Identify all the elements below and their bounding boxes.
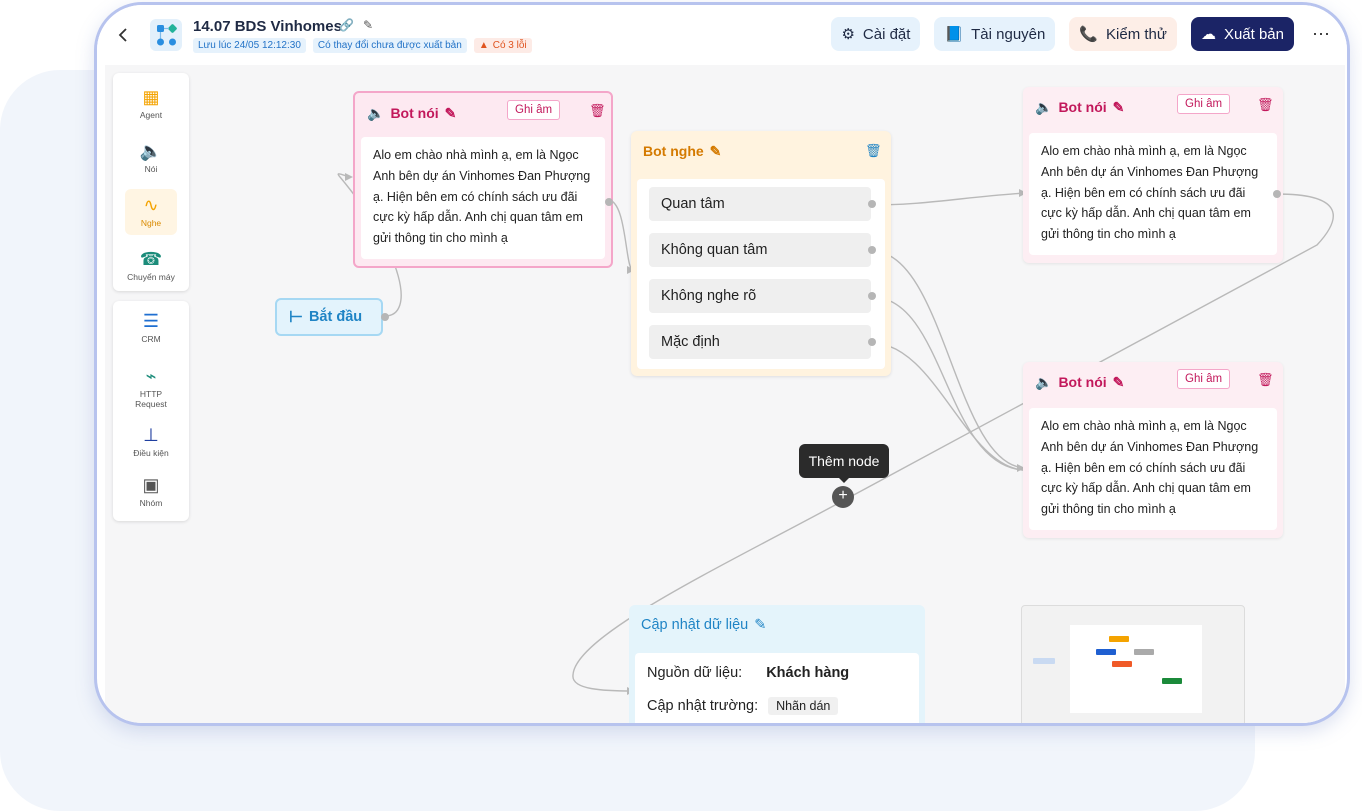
edit-icon[interactable]: ✎ (445, 105, 457, 122)
back-button[interactable] (111, 23, 135, 47)
status-bar: Lưu lúc 24/05 12:12:30 Có thay đổi chưa … (193, 38, 532, 53)
output-port[interactable] (868, 292, 876, 300)
record-button[interactable]: Ghi âm (507, 100, 561, 120)
header: 14.07 BDS Vinhomes 🔗 ✎ Lưu lúc 24/05 12:… (97, 5, 1347, 65)
node-title: Cập nhật dữ liệu (641, 617, 749, 633)
speaker-icon: 🔈 (367, 104, 385, 121)
output-port[interactable] (868, 246, 876, 254)
minimap-node (1134, 649, 1154, 655)
error-badge[interactable]: ▲ Có 3 lỗi (473, 38, 532, 53)
palette-item-group[interactable]: ▣ Nhóm (125, 469, 177, 515)
gear-icon: ⚙ (841, 26, 855, 43)
palette-item-crm[interactable]: ☰ CRM (125, 305, 177, 351)
speech-text: Alo em chào nhà mình ạ, em là Ngọc Anh b… (373, 148, 591, 246)
trash-icon[interactable]: 🗑 (865, 143, 882, 159)
publish-button[interactable]: ☁ Xuất bản (1190, 17, 1294, 51)
minimap-node (1112, 661, 1132, 667)
warning-icon: ▲ (478, 40, 489, 51)
minimap-node (1162, 678, 1182, 684)
node-palette-secondary: ☰ CRM ⌁ HTTP Request ⊥ Điều kiện ▣ Nhóm (113, 301, 189, 521)
add-node-tooltip: Thêm node (799, 444, 889, 483)
node-title: Bot nói (1058, 374, 1107, 390)
resources-button[interactable]: 📘 Tài nguyên (934, 17, 1056, 51)
intent-option[interactable]: Không quan tâm (649, 233, 871, 267)
minimap-start (1033, 658, 1055, 664)
output-port[interactable] (605, 198, 613, 206)
app-window: 14.07 BDS Vinhomes 🔗 ✎ Lưu lúc 24/05 12:… (94, 2, 1350, 726)
flow-canvas[interactable]: ▦ Agent 🔈 Nói ∿ Nghe ☎ Chuyển máy ☰ CRM (105, 65, 1345, 723)
node-title: Bot nói (390, 105, 439, 121)
unpublished-badge: Có thay đổi chưa được xuất bản (312, 38, 467, 53)
palette-item-listen[interactable]: ∿ Nghe (125, 189, 177, 235)
node-title: Bot nghe (643, 143, 704, 159)
edit-icon[interactable]: ✎ (363, 18, 373, 32)
waveform-icon: ∿ (143, 195, 159, 215)
hierarchy-icon: ⊥ (143, 425, 159, 445)
trash-icon[interactable]: 🗑 (1257, 97, 1274, 113)
more-menu-button[interactable]: ⋯ (1308, 24, 1335, 45)
bot-speak-node[interactable]: 🔈 Bot nói ✎ Ghi âm 🗑 Alo em chào nhà mìn… (1023, 362, 1283, 538)
speech-text: Alo em chào nhà mình ạ, em là Ngọc Anh b… (1041, 419, 1259, 517)
update-data-node[interactable]: Cập nhật dữ liệu ✎ Nguồn dữ liệu: Khách … (629, 605, 925, 723)
cloud-upload-icon: ☁ (1200, 26, 1216, 43)
edit-icon[interactable]: ✎ (754, 617, 766, 633)
phone-forward-icon: ☎ (139, 249, 163, 269)
settings-button[interactable]: ⚙ Cài đặt (831, 17, 921, 51)
intent-option[interactable]: Không nghe rõ (649, 279, 871, 313)
minimap-node (1096, 649, 1116, 655)
palette-item-speak[interactable]: 🔈 Nói (125, 135, 177, 181)
speaker-icon: 🔈 (1035, 373, 1053, 390)
add-node-button[interactable]: + (832, 486, 854, 508)
page-title: 14.07 BDS Vinhomes (193, 18, 342, 35)
minimap[interactable] (1021, 605, 1245, 723)
database-icon: ☰ (142, 311, 160, 331)
edit-icon[interactable]: ✎ (1113, 99, 1125, 116)
chevron-left-icon (118, 28, 127, 42)
speaker-icon: 🔈 (139, 141, 163, 161)
start-node[interactable]: ⊢ Bắt đầu (275, 298, 389, 336)
data-source-row: Nguồn dữ liệu: Khách hàng (647, 665, 850, 681)
record-button[interactable]: Ghi âm (1177, 94, 1231, 114)
speech-text: Alo em chào nhà mình ạ, em là Ngọc Anh b… (1041, 144, 1259, 242)
output-port[interactable] (868, 338, 876, 346)
trash-icon[interactable]: 🗑 (1257, 372, 1274, 388)
update-field-row: Cập nhật trường: Nhãn dán (647, 697, 839, 715)
robot-icon: ▦ (142, 87, 160, 107)
bot-speak-node[interactable]: 🔈 Bot nói ✎ Ghi âm 🗑 Alo em chào nhà mìn… (353, 91, 613, 268)
saved-time: Lưu lúc 24/05 12:12:30 (193, 38, 306, 53)
intent-option[interactable]: Mặc định (649, 325, 871, 359)
palette-item-transfer[interactable]: ☎ Chuyển máy (125, 243, 177, 289)
node-palette: ▦ Agent 🔈 Nói ∿ Nghe ☎ Chuyển máy (113, 73, 189, 291)
output-port[interactable] (868, 200, 876, 208)
palette-item-http[interactable]: ⌁ HTTP Request (125, 361, 177, 415)
link-icon[interactable]: 🔗 (339, 18, 354, 32)
node-title: Bot nói (1058, 99, 1107, 115)
start-flag-icon: ⊢ (289, 309, 303, 326)
palette-item-agent[interactable]: ▦ Agent (125, 81, 177, 127)
intent-option[interactable]: Quan tâm (649, 187, 871, 221)
minimap-node (1109, 636, 1129, 642)
edit-icon[interactable]: ✎ (710, 143, 722, 160)
field-tag[interactable]: Nhãn dán (768, 697, 839, 715)
edit-icon[interactable]: ✎ (1113, 374, 1125, 391)
output-port[interactable] (1273, 190, 1281, 198)
minimap-viewport[interactable] (1070, 625, 1202, 713)
bot-speak-node[interactable]: 🔈 Bot nói ✎ Ghi âm 🗑 Alo em chào nhà mìn… (1023, 87, 1283, 263)
phone-call-icon: 📞 (1079, 26, 1099, 43)
output-port[interactable] (381, 313, 389, 321)
flow-logo-icon (150, 19, 182, 51)
speaker-icon: 🔈 (1035, 98, 1053, 115)
record-button[interactable]: Ghi âm (1177, 369, 1231, 389)
plug-icon: ⌁ (145, 366, 157, 386)
test-button[interactable]: 📞 Kiểm thử (1069, 17, 1177, 51)
error-count: Có 3 lỗi (492, 40, 527, 51)
bot-listen-node[interactable]: Bot nghe ✎ 🗑 Quan tâm Không quan tâm Khô… (631, 131, 891, 376)
palette-item-condition[interactable]: ⊥ Điều kiện (125, 419, 177, 465)
trash-icon[interactable]: 🗑 (589, 103, 606, 119)
group-icon: ▣ (142, 475, 160, 495)
book-icon: 📘 (944, 26, 964, 43)
